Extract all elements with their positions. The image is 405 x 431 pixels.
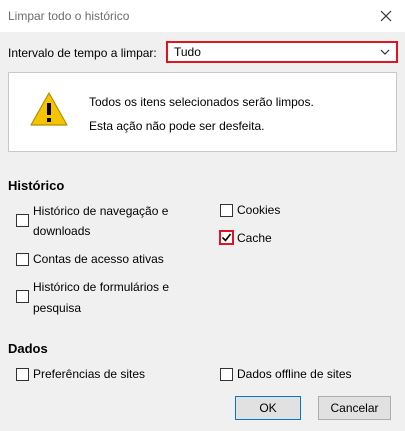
checkbox-browsing-history[interactable]	[16, 214, 29, 227]
label-site-preferences[interactable]: Preferências de sites	[33, 364, 145, 385]
label-active-logins[interactable]: Contas de acesso ativas	[33, 249, 164, 270]
warning-icon	[30, 92, 68, 126]
window-title: Limpar todo o histórico	[8, 9, 130, 23]
label-cookies[interactable]: Cookies	[237, 200, 280, 221]
time-range-select[interactable]: Tudo	[166, 41, 398, 63]
warning-text-line2: Esta ação não pode ser desfeita.	[89, 119, 265, 133]
close-icon	[380, 10, 392, 22]
label-browsing-history-2[interactable]: downloads	[33, 221, 90, 242]
checkbox-site-preferences[interactable]	[16, 368, 29, 381]
close-button[interactable]	[373, 3, 399, 29]
checkmark-icon	[221, 233, 232, 242]
label-cache[interactable]: Cache	[237, 228, 272, 249]
label-form-history-1[interactable]: Histórico de formulários e	[33, 277, 169, 298]
cancel-button[interactable]: Cancelar	[318, 396, 391, 420]
checkbox-cache[interactable]	[219, 230, 234, 245]
warning-text-line1: Todos os itens selecionados serão limpos…	[89, 95, 314, 109]
checkbox-active-logins[interactable]	[16, 253, 29, 266]
chevron-down-icon	[380, 49, 390, 55]
time-range-row: Intervalo de tempo a limpar: Tudo	[8, 41, 398, 63]
data-heading: Dados	[8, 341, 48, 356]
time-range-label: Intervalo de tempo a limpar:	[8, 46, 157, 60]
label-offline-data[interactable]: Dados offline de sites	[237, 364, 352, 385]
checkbox-offline-data[interactable]	[220, 368, 233, 381]
history-heading: Histórico	[8, 178, 65, 193]
label-form-history-2[interactable]: pesquisa	[33, 298, 81, 319]
checkbox-form-history[interactable]	[16, 290, 29, 303]
checkbox-cookies[interactable]	[220, 204, 233, 217]
label-browsing-history-1[interactable]: Histórico de navegação e	[33, 201, 168, 222]
ok-button[interactable]: OK	[235, 396, 301, 420]
title-bar: Limpar todo o histórico	[0, 0, 405, 32]
time-range-value: Tudo	[174, 45, 201, 59]
warning-box: Todos os itens selecionados serão limpos…	[8, 72, 397, 152]
